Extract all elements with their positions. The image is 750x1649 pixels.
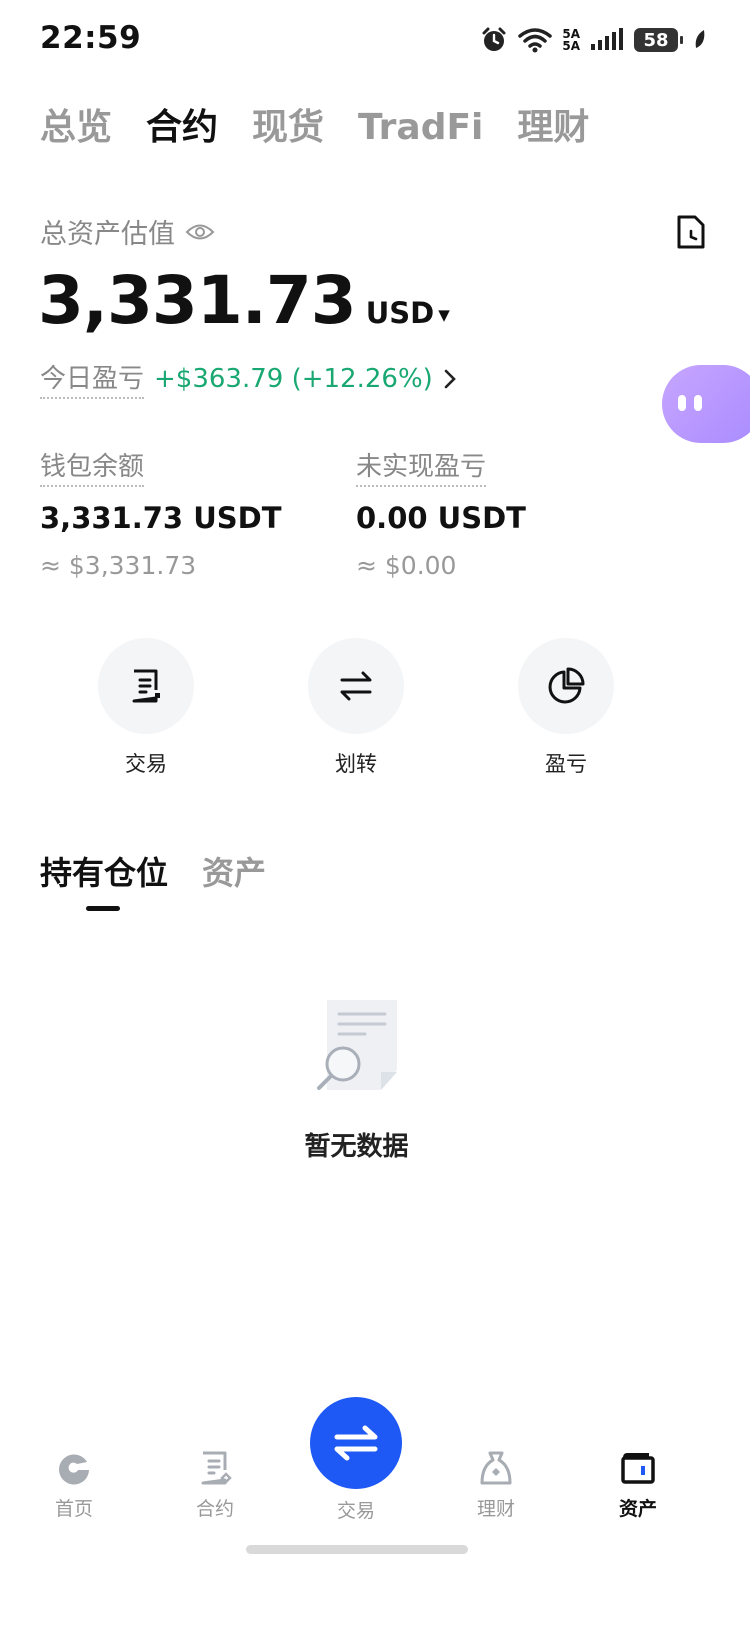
- status-time: 22:59: [40, 20, 142, 56]
- trade-action-button[interactable]: 交易: [98, 638, 194, 778]
- tab-spot[interactable]: 现货: [252, 98, 324, 150]
- nav-home[interactable]: 首页: [24, 1448, 124, 1521]
- bill-record-icon[interactable]: [676, 214, 706, 250]
- nav-contract[interactable]: 合约: [165, 1448, 265, 1521]
- wallet-balance-block: 钱包余额 3,331.73 USDT ≈ $3,331.73: [40, 446, 282, 580]
- nav-home-label: 首页: [54, 1498, 93, 1520]
- pnl-action-button[interactable]: 盈亏: [518, 638, 614, 778]
- nav-contract-label: 合约: [195, 1498, 234, 1520]
- signal-icon: [591, 28, 623, 50]
- trade-action-label: 交易: [125, 752, 167, 776]
- bubble-eye-left: [678, 395, 686, 411]
- chevron-right-icon[interactable]: [443, 368, 457, 390]
- swap-icon: [334, 1425, 378, 1461]
- tab-contract[interactable]: 合约: [146, 98, 218, 150]
- battery-indicator: 58: [634, 28, 683, 52]
- pnl-action-circle: [518, 638, 614, 734]
- currency-selector[interactable]: USD ▼: [366, 296, 450, 330]
- tab-tradfi[interactable]: TradFi: [358, 107, 483, 148]
- nav-trade-button[interactable]: [310, 1397, 402, 1489]
- trade-action-circle: [98, 638, 194, 734]
- pnl-action-label: 盈亏: [545, 752, 587, 776]
- wallet-balance-value: 3,331.73 USDT: [40, 501, 282, 535]
- transfer-icon: [340, 671, 372, 701]
- currency-label: USD: [365, 296, 435, 330]
- unrealized-pnl-value: 0.00 USDT: [356, 501, 526, 535]
- today-pnl-label: 今日盈亏: [40, 358, 145, 399]
- wallet-icon: [588, 1448, 688, 1488]
- wifi-icon: [518, 28, 553, 53]
- alarm-icon: [482, 27, 506, 51]
- home-icon: [24, 1448, 124, 1488]
- today-pnl-row[interactable]: 今日盈亏 +$363.79 (+12.26%): [40, 358, 457, 399]
- tab-open-positions[interactable]: 持有仓位: [40, 848, 168, 894]
- nav-assets[interactable]: 资产: [588, 1448, 688, 1521]
- assistant-bubble[interactable]: [662, 365, 750, 443]
- wallet-balance-label: 钱包余额: [40, 446, 145, 487]
- total-assets-row: 3,331.73 USD ▼: [38, 262, 450, 339]
- nav-trade-label: 交易: [336, 1500, 375, 1522]
- position-tabs: 持有仓位 资产: [40, 848, 266, 894]
- pie-chart-icon: [548, 667, 585, 704]
- home-indicator-bar[interactable]: [246, 1545, 468, 1554]
- network-indicator: 5A 5A: [562, 28, 580, 52]
- trade-doc-icon: [132, 669, 160, 703]
- tab-finance[interactable]: 理财: [517, 98, 589, 150]
- caret-down-icon: ▼: [438, 306, 450, 324]
- leaf-icon: [695, 30, 705, 48]
- total-assets-label-row: 总资产估值: [40, 212, 215, 251]
- wallet-balance-approx: ≈ $3,331.73: [40, 551, 197, 580]
- eye-icon[interactable]: [185, 222, 215, 242]
- empty-state-text: 暂无数据: [304, 1132, 409, 1162]
- nav-finance-label: 理财: [476, 1498, 515, 1520]
- today-pnl-value: +$363.79 (+12.26%): [154, 363, 433, 394]
- nav-assets-label: 资产: [618, 1498, 657, 1520]
- tab-overview[interactable]: 总览: [40, 98, 112, 150]
- active-tab-indicator: [86, 906, 120, 911]
- status-icons: 5A 5A 58: [480, 26, 708, 54]
- network-2-label: 5A: [562, 39, 580, 53]
- total-assets-value: 3,331.73: [38, 262, 357, 339]
- unrealized-pnl-label: 未实现盈亏: [356, 446, 487, 487]
- transfer-action-circle: [308, 638, 404, 734]
- unrealized-pnl-approx: ≈ $0.00: [356, 551, 457, 580]
- nav-finance[interactable]: 理财: [446, 1448, 546, 1521]
- tab-assets[interactable]: 资产: [202, 848, 266, 894]
- transfer-action-button[interactable]: 划转: [308, 638, 404, 778]
- contract-icon: [165, 1448, 265, 1488]
- empty-search-illustration-icon: [317, 1000, 397, 1090]
- finance-bag-icon: [446, 1448, 546, 1488]
- bubble-eye-right: [694, 395, 702, 411]
- top-tabs: 总览 合约 现货 TradFi 理财: [40, 98, 589, 150]
- total-assets-label: 总资产估值: [40, 219, 175, 250]
- battery-level: 58: [643, 29, 669, 51]
- transfer-action-label: 划转: [335, 752, 377, 776]
- unrealized-pnl-block: 未实现盈亏 0.00 USDT ≈ $0.00: [356, 446, 526, 580]
